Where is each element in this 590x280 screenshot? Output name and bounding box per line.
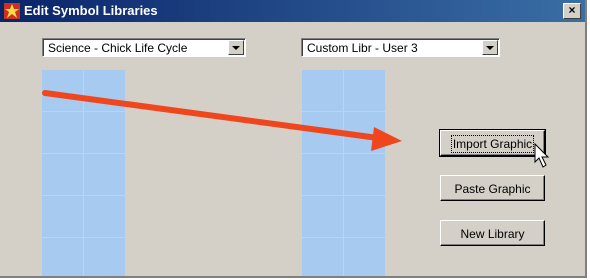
red-arrow-annotation [42,90,402,151]
annotation-overlay [42,90,550,168]
arrow-cursor-icon [534,142,550,168]
